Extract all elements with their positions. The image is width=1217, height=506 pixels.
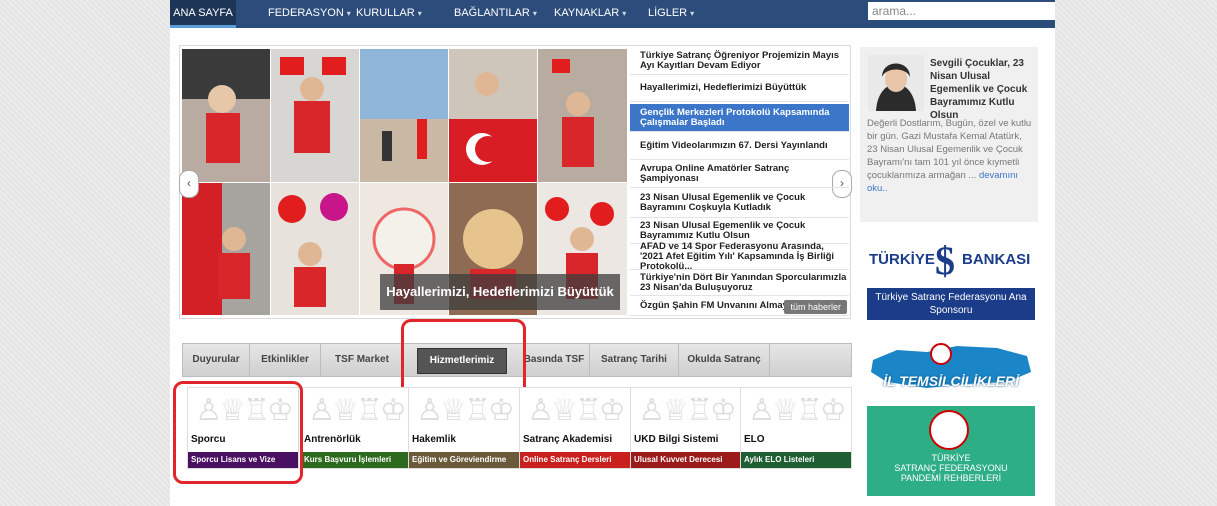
tab-duyurular[interactable]: Duyurular [183,344,250,376]
nav-label: FEDERASYON [268,7,344,19]
sponsor-text: Türkiye Satranç Federasyonu Ana Sponsoru [867,288,1035,320]
news-slider: Hayallerimizi, Hedeflerimizi Büyüttük ‹ … [179,45,852,319]
nav-label: LİGLER [648,7,688,19]
tab-tsf-market[interactable]: TSF Market [321,344,404,376]
chevron-down-icon: ▾ [417,9,422,18]
nav-ligler[interactable]: LİGLER ▾ [648,0,694,28]
chess-pieces-icon: ♙♕♖♔ [748,394,847,427]
headline-item[interactable]: AFAD ve 14 Spor Federasyonu Arasında, '2… [630,241,849,271]
slider-photo-collage[interactable]: Hayallerimizi, Hedeflerimizi Büyüttük [182,49,627,315]
slider-caption[interactable]: Hayallerimizi, Hedeflerimizi Büyüttük [380,274,620,310]
bank-name-left: TÜRKİYE [869,251,935,268]
tile-satranc-akademisi[interactable]: ♙♕♖♔ Satranç Akademisi Online Satranç De… [519,387,631,469]
tab-satranc-tarihi[interactable]: Satranç Tarihi [590,344,679,376]
is-bankasi-logo: TÜRKİYE $ BANKASI [867,233,1035,288]
tile-subtitle: Online Satranç Dersleri [520,452,630,468]
il-temsilcilikleri-text: İL TEMSİLCİLİKLERİ [883,373,1019,389]
nav-ana-sayfa[interactable]: ANA SAYFA [170,0,236,28]
tab-okulda-satranc[interactable]: Okulda Satranç [679,344,770,376]
search-input[interactable]: arama... [868,2,1055,20]
is-bankasi-sponsor-banner[interactable]: TÜRKİYE $ BANKASI Türkiye Satranç Federa… [867,233,1035,323]
tsf-logo-icon [929,410,969,450]
tile-elo[interactable]: ♙♕♖♔ ELO Aylık ELO Listeleri [740,387,852,469]
bank-name-right: BANKASI [962,251,1031,268]
chess-pieces-icon: ♙♕♖♔ [308,394,407,427]
chevron-down-icon: ▾ [622,9,627,18]
headline-list: Türkiye Satranç Öğreniyor Projemizin May… [630,48,849,316]
article-title[interactable]: Sevgili Çocuklar, 23 Nisan Ulusal Egemen… [930,57,1032,122]
nav-label: KURULLAR [356,7,415,19]
chevron-down-icon: ▾ [690,9,695,18]
page: ANA SAYFA FEDERASYON ▾ KURULLAR ▾ BAĞLANTI… [170,0,1055,506]
tile-subtitle: Eğitim ve Göreviendirme [409,452,519,468]
nav-label: ANA SAYFA [173,7,233,19]
nav-kurullar[interactable]: KURULLAR ▾ [356,0,422,28]
tile-title: Antrenörlük [304,434,361,445]
headline-item-active[interactable]: Gençlik Merkezleri Protokolü Kapsamında … [630,104,849,132]
tile-subtitle: Ulusal Kuvvet Derecesi [631,452,741,468]
highlight-sporcu [173,381,303,484]
headline-item[interactable]: 23 Nisan Ulusal Egemenlik ve Çocuk Bayra… [630,188,849,218]
chevron-down-icon: ▾ [346,9,351,18]
chess-pieces-icon: ♙♕♖♔ [416,394,515,427]
pandemi-text-line2: SATRANÇ FEDERASYONU [894,463,1008,473]
headline-item[interactable]: Eğitim Videolarımızın 67. Dersi Yayınlan… [630,132,849,160]
tile-title: Hakemlik [412,434,456,445]
chevron-down-icon: ▾ [532,9,537,18]
all-news-button[interactable]: tüm haberler [784,300,847,314]
tile-title: UKD Bilgi Sistemi [634,434,719,445]
il-temsilcilikleri-banner[interactable]: İL TEMSİLCİLİKLERİ [867,338,1035,394]
nav-label: BAĞLANTILAR [454,7,530,19]
tile-title: ELO [744,434,765,445]
tile-antrenorluk[interactable]: ♙♕♖♔ Antrenörlük Kurs Başvuru İşlemleri [300,387,412,469]
top-nav: ANA SAYFA FEDERASYON ▾ KURULLAR ▾ BAĞLANTI… [170,0,1055,28]
tab-etkinlikler[interactable]: Etkinlikler [250,344,321,376]
nav-kaynaklar[interactable]: KAYNAKLAR ▾ [554,0,626,28]
headline-item[interactable]: Hayallerimizi, Hedeflerimizi Büyüttük [630,75,849,102]
slider-prev-button[interactable]: ‹ [179,170,199,198]
pandemi-text-line1: TÜRKİYE [931,453,971,463]
is-bankasi-logo-icon: $ [935,238,955,283]
tile-title: Satranç Akademisi [523,434,613,445]
featured-article: Sevgili Çocuklar, 23 Nisan Ulusal Egemen… [860,47,1038,222]
headline-item[interactable]: Türkiye'nin Dört Bir Yanından Sporcuları… [630,270,849,296]
nav-federasyon[interactable]: FEDERASYON ▾ [268,0,351,28]
article-excerpt: Değerli Dostlarım, Bugün, özel ve kutlu … [867,117,1033,195]
nav-baglantilar[interactable]: BAĞLANTILAR ▾ [454,0,537,28]
tile-subtitle: Kurs Başvuru İşlemleri [301,452,411,468]
headline-item[interactable]: Türkiye Satranç Öğreniyor Projemizin May… [630,48,849,75]
chess-pieces-icon: ♙♕♖♔ [527,394,626,427]
tab-basinda-tsf[interactable]: Basında TSF [519,344,590,376]
pandemi-text: TÜRKİYE SATRANÇ FEDERASYONU PANDEMİ REHB… [867,453,1035,483]
headline-item[interactable]: Avrupa Online Amatörler Satranç Şampiyon… [630,160,849,188]
article-portrait-image[interactable] [868,55,924,111]
tile-subtitle: Aylık ELO Listeleri [741,452,851,468]
tile-ukd-bilgi-sistemi[interactable]: ♙♕♖♔ UKD Bilgi Sistemi Ulusal Kuvvet Der… [630,387,742,469]
chess-pieces-icon: ♙♕♖♔ [638,394,737,427]
pandemi-rehberleri-banner[interactable]: TÜRKİYE SATRANÇ FEDERASYONU PANDEMİ REHB… [867,406,1035,496]
pandemi-text-line3: PANDEMİ REHBERLERİ [900,473,1002,483]
nav-label: KAYNAKLAR [554,7,620,19]
tile-hakemlik[interactable]: ♙♕♖♔ Hakemlik Eğitim ve Göreviendirme [408,387,520,469]
